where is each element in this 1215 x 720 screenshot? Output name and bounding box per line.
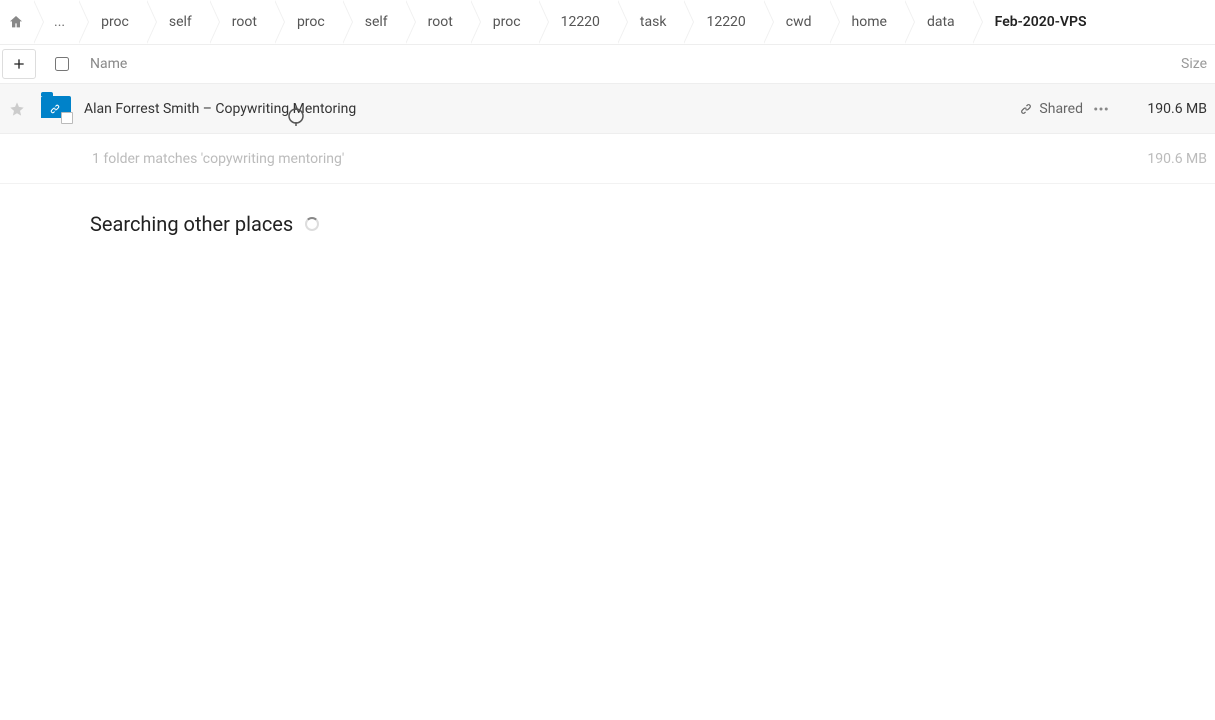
shared-label: Shared <box>1039 101 1083 117</box>
breadcrumb-item-proc-2[interactable]: proc <box>275 0 343 44</box>
column-header-size[interactable]: Size <box>1115 56 1215 72</box>
searching-label: Searching other places <box>90 212 293 236</box>
select-all-cell[interactable] <box>40 57 84 71</box>
breadcrumb-item-current[interactable]: Feb-2020-VPS <box>973 0 1105 44</box>
file-name[interactable]: Alan Forrest Smith – Copywriting Mentori… <box>78 101 1019 117</box>
plus-icon <box>11 56 27 72</box>
breadcrumb-item-home[interactable]: home <box>830 0 905 44</box>
breadcrumb-item-proc[interactable]: proc <box>79 0 147 44</box>
breadcrumb-item-proc-3[interactable]: proc <box>471 0 539 44</box>
breadcrumb-item-12220[interactable]: 12220 <box>539 0 618 44</box>
breadcrumb-item-root-2[interactable]: root <box>406 0 471 44</box>
add-button[interactable] <box>2 49 36 79</box>
breadcrumb-item-task[interactable]: task <box>618 0 685 44</box>
breadcrumb-item-self-2[interactable]: self <box>343 0 406 44</box>
breadcrumb-item-12220-2[interactable]: 12220 <box>684 0 763 44</box>
spinner-icon <box>305 217 319 231</box>
folder-icon-cell <box>34 96 78 122</box>
link-icon <box>1019 102 1033 116</box>
link-icon <box>49 103 61 115</box>
more-actions-button[interactable] <box>1083 100 1119 118</box>
summary-row: 1 folder matches 'copywriting mentoring'… <box>0 134 1215 184</box>
breadcrumb-item-data[interactable]: data <box>905 0 973 44</box>
column-header-name[interactable]: Name <box>84 56 1115 72</box>
breadcrumb-ellipsis[interactable]: ... <box>34 0 79 44</box>
breadcrumb-item-cwd[interactable]: cwd <box>764 0 830 44</box>
star-icon <box>9 101 25 117</box>
shared-folder-icon <box>41 96 71 122</box>
breadcrumb-home[interactable] <box>0 0 34 44</box>
shared-indicator[interactable]: Shared <box>1019 101 1083 117</box>
home-icon <box>8 14 24 30</box>
file-list-header: Name Size <box>0 44 1215 84</box>
select-all-checkbox[interactable] <box>55 57 69 71</box>
breadcrumb: ... proc self root proc self root proc 1… <box>0 0 1215 44</box>
breadcrumb-item-self[interactable]: self <box>147 0 210 44</box>
table-row[interactable]: Alan Forrest Smith – Copywriting Mentori… <box>0 84 1215 134</box>
file-size: 190.6 MB <box>1119 101 1215 117</box>
summary-text: 1 folder matches 'copywriting mentoring' <box>0 151 1119 167</box>
select-checkbox-overlay[interactable] <box>61 112 73 124</box>
summary-size: 190.6 MB <box>1119 151 1215 167</box>
favorite-toggle[interactable] <box>0 101 34 117</box>
more-icon <box>1092 100 1110 118</box>
breadcrumb-item-root[interactable]: root <box>210 0 275 44</box>
searching-heading: Searching other places <box>0 184 1215 236</box>
